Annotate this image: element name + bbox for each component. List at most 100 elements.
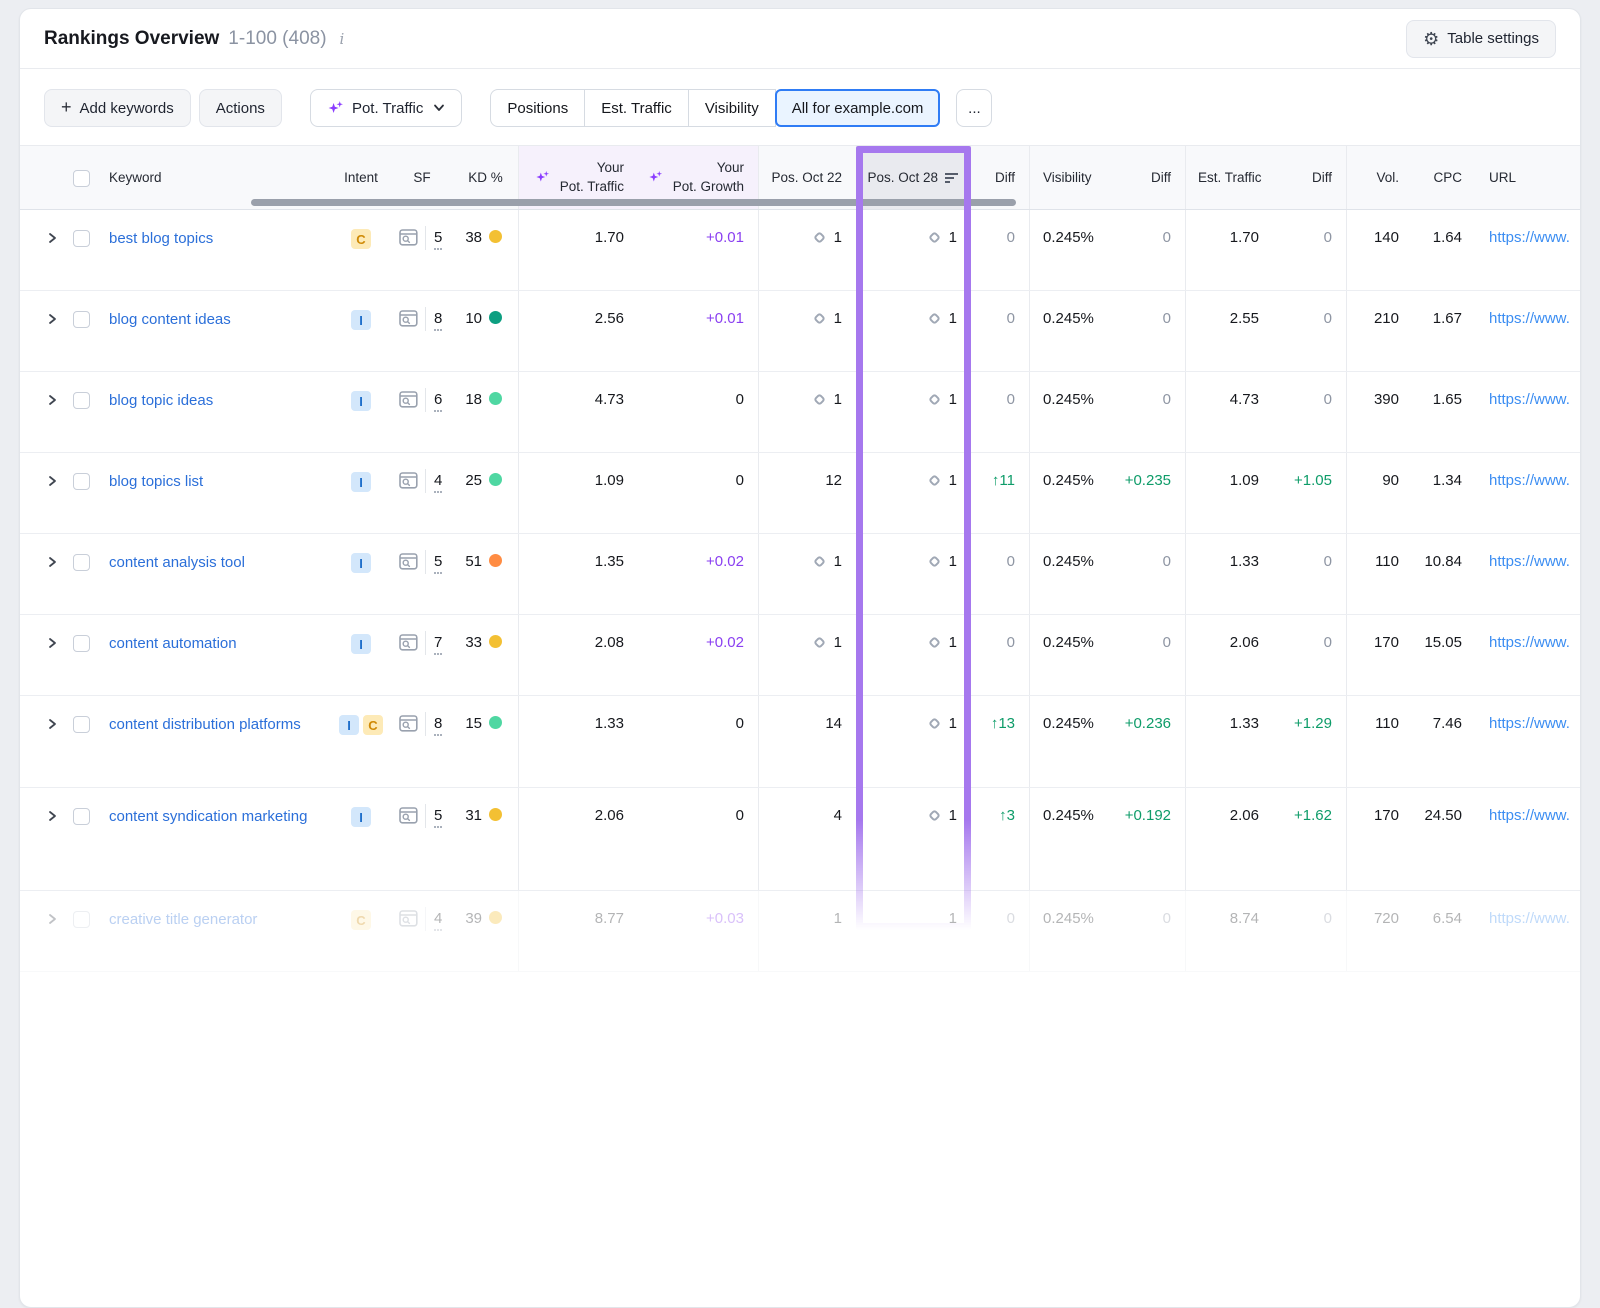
- volume-value: 110: [1346, 534, 1413, 614]
- keyword-link[interactable]: content syndication marketing: [109, 807, 307, 827]
- serp-features-icon: [399, 553, 418, 570]
- result-range: 1-100 (408): [228, 28, 326, 50]
- est-traffic-value: 2.55: [1185, 291, 1273, 371]
- header-cpc[interactable]: CPC: [1413, 146, 1476, 209]
- keyword-link[interactable]: creative title generator: [109, 910, 257, 930]
- pot-traffic-value: 2.56: [518, 291, 638, 371]
- kd-difficulty-dot: [489, 911, 502, 924]
- keyword-link[interactable]: blog content ideas: [109, 310, 231, 330]
- expand-row-icon[interactable]: [46, 313, 58, 325]
- intent-badge-informational: I: [351, 391, 371, 411]
- kd-value: 15: [465, 715, 482, 732]
- url-link[interactable]: https://www.: [1489, 310, 1570, 327]
- url-link[interactable]: https://www.: [1489, 910, 1570, 927]
- row-checkbox[interactable]: [73, 392, 90, 409]
- visibility-diff-value: 0: [1111, 210, 1185, 290]
- table-settings-button[interactable]: ⚙ Table settings: [1406, 20, 1556, 58]
- header-diff-visibility[interactable]: Diff: [1111, 146, 1185, 209]
- url-link[interactable]: https://www.: [1489, 472, 1570, 489]
- row-checkbox[interactable]: [73, 716, 90, 733]
- pos-diff-value: 0: [971, 372, 1029, 452]
- table-row: blog content ideas I 8 10 2.56 +0.01 1 1…: [20, 291, 1580, 372]
- sf-count[interactable]: 5: [434, 807, 442, 828]
- pos-oct22-cell: 1: [759, 229, 842, 246]
- kd-difficulty-dot: [489, 311, 502, 324]
- row-checkbox[interactable]: [73, 473, 90, 490]
- serp-feature-icon: [813, 231, 826, 244]
- kd-value: 39: [465, 910, 482, 927]
- row-checkbox[interactable]: [73, 230, 90, 247]
- sf-count[interactable]: 6: [434, 391, 442, 412]
- row-checkbox[interactable]: [73, 311, 90, 328]
- keyword-link[interactable]: blog topic ideas: [109, 391, 213, 411]
- tab-all-for-example-com[interactable]: All for example.com: [775, 89, 941, 127]
- volume-value: 170: [1346, 615, 1413, 695]
- visibility-value: 0.245%: [1029, 453, 1111, 533]
- sf-count[interactable]: 5: [434, 229, 442, 250]
- expand-row-icon[interactable]: [46, 810, 58, 822]
- expand-row-icon[interactable]: [46, 637, 58, 649]
- visibility-diff-value: +0.235: [1111, 453, 1185, 533]
- pos-diff-value: 0: [971, 891, 1029, 971]
- pot-traffic-value: 1.70: [518, 210, 638, 290]
- keyword-link[interactable]: content analysis tool: [109, 553, 245, 573]
- est-traffic-value: 2.06: [1185, 788, 1273, 890]
- header-volume[interactable]: Vol.: [1346, 146, 1413, 209]
- info-icon[interactable]: i: [340, 30, 345, 48]
- intent-badges: C: [331, 891, 391, 971]
- pos-oct28-cell: 1: [856, 715, 957, 732]
- sf-count[interactable]: 7: [434, 634, 442, 655]
- url-link[interactable]: https://www.: [1489, 391, 1570, 408]
- sf-count[interactable]: 4: [434, 472, 442, 493]
- keyword-link[interactable]: content automation: [109, 634, 237, 654]
- header-diff-est-traffic[interactable]: Diff: [1273, 146, 1346, 209]
- volume-value: 170: [1346, 788, 1413, 890]
- url-link[interactable]: https://www.: [1489, 634, 1570, 651]
- row-checkbox[interactable]: [73, 808, 90, 825]
- tab-est-traffic[interactable]: Est. Traffic: [584, 89, 689, 127]
- tab-positions[interactable]: Positions: [490, 89, 585, 127]
- header-url[interactable]: URL: [1476, 146, 1580, 209]
- visibility-value: 0.245%: [1029, 291, 1111, 371]
- pos-diff-value: ↑11: [971, 453, 1029, 533]
- cpc-value: 15.05: [1413, 615, 1476, 695]
- expand-row-icon[interactable]: [46, 232, 58, 244]
- keyword-link[interactable]: best blog topics: [109, 229, 213, 249]
- select-all-checkbox[interactable]: [73, 170, 90, 187]
- pos-oct22-cell: 1: [759, 910, 842, 927]
- sf-count[interactable]: 4: [434, 910, 442, 931]
- url-link[interactable]: https://www.: [1489, 229, 1570, 246]
- header-visibility[interactable]: Visibility: [1029, 146, 1111, 209]
- url-link[interactable]: https://www.: [1489, 807, 1570, 824]
- expand-row-icon[interactable]: [46, 475, 58, 487]
- sf-count[interactable]: 5: [434, 553, 442, 574]
- row-checkbox[interactable]: [73, 911, 90, 928]
- est-traffic-value: 4.73: [1185, 372, 1273, 452]
- add-keywords-button[interactable]: + Add keywords: [44, 89, 191, 127]
- keyword-link[interactable]: content distribution platforms: [109, 715, 301, 735]
- pot-growth-value: +0.03: [638, 891, 758, 971]
- visibility-diff-value: 0: [1111, 534, 1185, 614]
- pos-diff-value: ↑13: [971, 696, 1029, 787]
- url-link[interactable]: https://www.: [1489, 553, 1570, 570]
- row-checkbox[interactable]: [73, 635, 90, 652]
- expand-row-icon[interactable]: [46, 556, 58, 568]
- serp-features-icon: [399, 472, 418, 489]
- sf-count[interactable]: 8: [434, 715, 442, 736]
- expand-row-icon[interactable]: [46, 913, 58, 925]
- row-checkbox[interactable]: [73, 554, 90, 571]
- tab-visibility[interactable]: Visibility: [688, 89, 776, 127]
- kd-value: 31: [465, 807, 482, 824]
- keyword-link[interactable]: blog topics list: [109, 472, 203, 492]
- header-est-traffic[interactable]: Est. Traffic: [1185, 146, 1273, 209]
- pot-traffic-dropdown[interactable]: Pot. Traffic: [310, 89, 462, 127]
- url-link[interactable]: https://www.: [1489, 715, 1570, 732]
- kd-value: 18: [465, 391, 482, 408]
- expand-row-icon[interactable]: [46, 718, 58, 730]
- sf-count[interactable]: 8: [434, 310, 442, 331]
- expand-row-icon[interactable]: [46, 394, 58, 406]
- horizontal-scrollbar[interactable]: [251, 199, 1016, 206]
- actions-button[interactable]: Actions: [199, 89, 282, 127]
- serp-feature-icon: [813, 312, 826, 325]
- more-tabs-button[interactable]: ...: [956, 89, 992, 127]
